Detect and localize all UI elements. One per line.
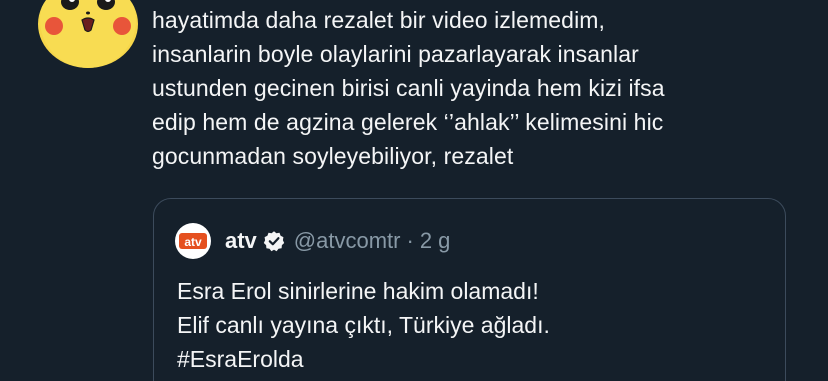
atv-logo-icon: atv <box>175 223 211 259</box>
user-avatar[interactable] <box>38 0 138 68</box>
tweet[interactable]: hayatimda daha rezalet bir video izlemed… <box>0 0 828 381</box>
quoted-display-name[interactable]: atv <box>225 228 257 254</box>
verified-badge-icon <box>263 230 285 252</box>
pikachu-avatar-icon <box>38 0 138 68</box>
header-separator: · <box>406 228 414 253</box>
quoted-handle[interactable]: @atvcomtr <box>294 228 401 254</box>
tweet-text: hayatimda daha rezalet bir video izlemed… <box>152 7 665 169</box>
quoted-tweet-text: Esra Erol sinirlerine hakim olamadı! Eli… <box>177 278 550 372</box>
quoted-timestamp[interactable]: 2 g <box>420 228 451 254</box>
quoted-tweet-card[interactable]: atv atv @atvcomtr · 2 g Esra Erol sinirl… <box>153 198 786 381</box>
quoted-avatar[interactable]: atv <box>175 223 211 259</box>
atv-logo-text: atv <box>184 235 202 249</box>
quoted-tweet-header: atv atv @atvcomtr · 2 g <box>175 223 450 259</box>
